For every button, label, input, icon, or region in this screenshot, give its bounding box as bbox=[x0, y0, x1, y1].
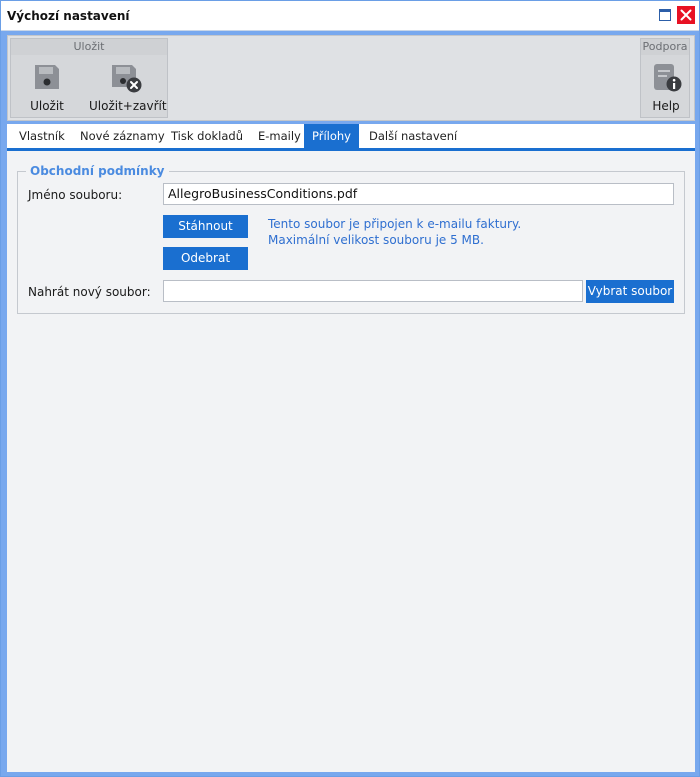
info-text-max-size: Maximální velikost souboru je 5 MB. bbox=[268, 233, 484, 247]
tab-bar: Vlastník Nové záznamy Tisk dokladů E-mai… bbox=[7, 124, 695, 148]
help-button[interactable]: Help bbox=[645, 61, 687, 117]
title-bar: Výchozí nastavení bbox=[1, 1, 699, 31]
filename-field[interactable]: AllegroBusinessConditions.pdf bbox=[163, 183, 674, 205]
filename-label: Jméno souboru: bbox=[28, 188, 123, 202]
close-button[interactable] bbox=[677, 6, 695, 24]
close-icon bbox=[680, 9, 692, 21]
remove-button[interactable]: Odebrat bbox=[163, 247, 248, 270]
choose-file-button[interactable]: Vybrat soubor bbox=[586, 280, 674, 303]
save-and-close-button[interactable]: Uložit+zavřít bbox=[89, 61, 167, 117]
info-text-attached: Tento soubor je připojen k e-mailu faktu… bbox=[268, 217, 522, 231]
ribbon-group-title: Uložit bbox=[11, 39, 167, 55]
download-button[interactable]: Stáhnout bbox=[163, 215, 248, 238]
save-label: Uložit bbox=[30, 99, 64, 113]
maximize-icon[interactable] bbox=[659, 9, 671, 21]
upload-label: Nahrát nový soubor: bbox=[28, 285, 151, 299]
tab-attachments[interactable]: Přílohy bbox=[304, 124, 359, 148]
tab-new-records[interactable]: Nové záznamy bbox=[74, 124, 171, 148]
tab-other-settings[interactable]: Další nastavení bbox=[363, 124, 463, 148]
help-label: Help bbox=[652, 99, 680, 113]
section-title: Obchodní podmínky bbox=[26, 164, 169, 178]
ribbon-toolbar: Uložit Uložit Uložit+zavřít Podpora Help bbox=[7, 35, 695, 121]
floppy-disk-icon bbox=[35, 65, 59, 89]
window-title: Výchozí nastavení bbox=[7, 9, 130, 23]
ribbon-group-title: Podpora bbox=[641, 39, 689, 55]
ribbon-group-support: Podpora Help bbox=[640, 38, 690, 118]
business-conditions-section: Obchodní podmínky Jméno souboru: Allegro… bbox=[17, 164, 685, 314]
floppy-disk-close-icon bbox=[112, 65, 142, 93]
ribbon-group-save: Uložit Uložit Uložit+zavřít bbox=[10, 38, 168, 118]
tab-emails[interactable]: E-maily bbox=[252, 124, 307, 148]
help-document-icon bbox=[654, 64, 682, 92]
tab-owner[interactable]: Vlastník bbox=[13, 124, 71, 148]
save-button[interactable]: Uložit bbox=[27, 61, 67, 117]
tab-content: Obchodní podmínky Jméno souboru: Allegro… bbox=[7, 151, 695, 772]
upload-file-field[interactable] bbox=[163, 280, 583, 302]
save-and-close-label: Uložit+zavřít bbox=[89, 99, 167, 113]
tab-document-print[interactable]: Tisk dokladů bbox=[165, 124, 249, 148]
app-window: Výchozí nastavení Uložit Uložit Uložit+z… bbox=[0, 0, 700, 777]
